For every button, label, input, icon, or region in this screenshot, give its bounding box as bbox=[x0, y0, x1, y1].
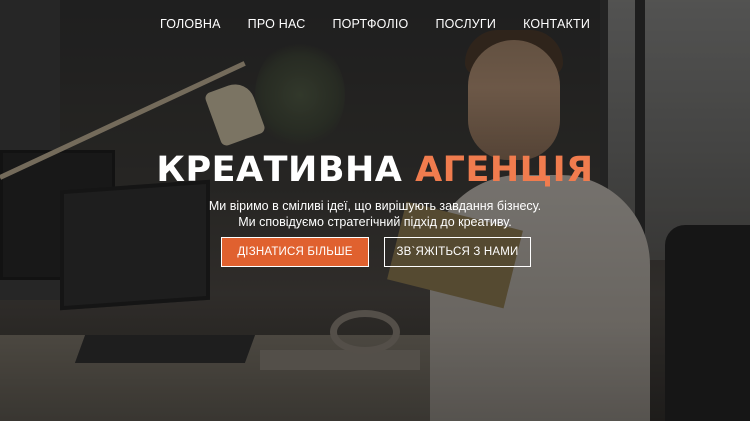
nav-item-about[interactable]: ПРО НАС bbox=[248, 17, 306, 31]
learn-more-button[interactable]: ДІЗНАТИСЯ БІЛЬШЕ bbox=[221, 237, 369, 267]
hero-title-main: КРЕАТИВНА bbox=[156, 150, 403, 190]
nav-item-services[interactable]: ПОСЛУГИ bbox=[435, 17, 496, 31]
hero-subtitle-line-1: Ми віримо в сміливі ідеї, що вирішують з… bbox=[208, 199, 542, 213]
nav-item-home[interactable]: ГОЛОВНА bbox=[160, 17, 221, 31]
hero-title: КРЕАТИВНА АГЕНЦІЯ bbox=[0, 148, 750, 192]
hero-content: КРЕАТИВНА АГЕНЦІЯ Ми віримо в сміливі ід… bbox=[0, 148, 750, 230]
nav-item-contacts[interactable]: КОНТАКТИ bbox=[523, 17, 590, 31]
hero-title-accent: АГЕНЦІЯ bbox=[415, 150, 594, 190]
nav-item-portfolio[interactable]: ПОРТФОЛІО bbox=[332, 17, 408, 31]
hero-section: ГОЛОВНА ПРО НАС ПОРТФОЛІО ПОСЛУГИ КОНТАК… bbox=[0, 0, 750, 421]
contact-us-button[interactable]: ЗВ`ЯЖІТЬСЯ З НАМИ bbox=[384, 237, 531, 267]
hero-subtitle: Ми віримо в сміливі ідеї, що вирішують з… bbox=[0, 198, 750, 230]
main-nav: ГОЛОВНА ПРО НАС ПОРТФОЛІО ПОСЛУГИ КОНТАК… bbox=[0, 17, 750, 31]
hero-subtitle-line-2: Ми сповідуємо стратегічний підхід до кре… bbox=[238, 215, 512, 229]
